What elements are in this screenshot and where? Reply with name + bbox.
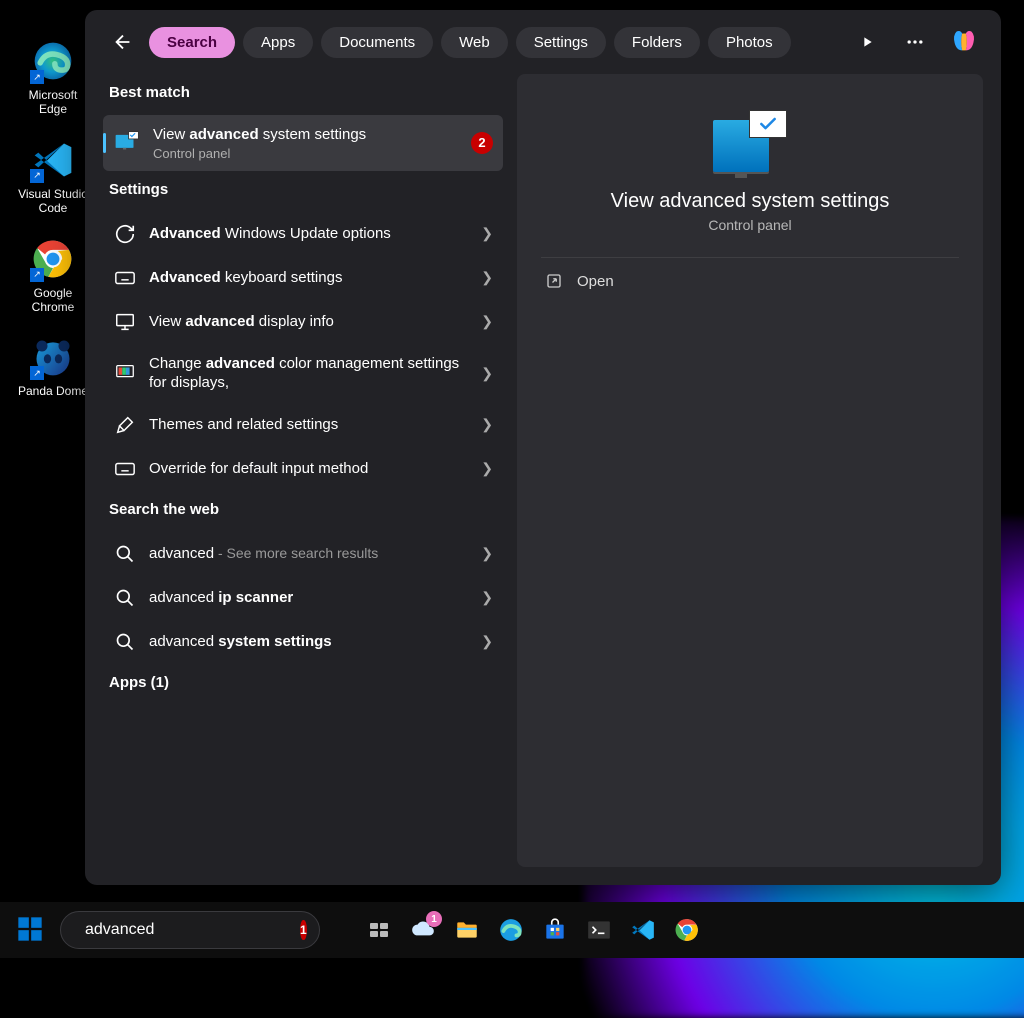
- chevron-right-icon: ❯: [481, 589, 493, 606]
- chevron-right-icon: ❯: [481, 416, 493, 433]
- chrome-icon: [30, 236, 76, 282]
- result-web-advanced[interactable]: advanced - See more search results ❯: [103, 532, 503, 576]
- taskbar-weather[interactable]: 1: [408, 915, 438, 945]
- desktop-icon-edge[interactable]: Microsoft Edge: [12, 38, 94, 117]
- chevron-right-icon: ❯: [481, 633, 493, 650]
- result-windows-update[interactable]: Advanced Windows Update options ❯: [103, 212, 503, 256]
- keyboard-icon: [113, 266, 137, 290]
- preview-app-icon: [713, 110, 787, 172]
- result-web-ip-scanner[interactable]: advanced ip scanner ❯: [103, 576, 503, 620]
- result-subtitle: Control panel: [153, 146, 459, 161]
- brush-icon: [113, 413, 137, 437]
- result-title: advanced system settings: [149, 632, 469, 652]
- start-button[interactable]: [16, 915, 46, 945]
- chevron-right-icon: ❯: [481, 269, 493, 286]
- preview-title: View advanced system settings: [611, 190, 890, 213]
- notification-badge: 1: [426, 911, 442, 927]
- taskbar-search[interactable]: 1: [60, 911, 320, 949]
- result-title: Themes and related settings: [149, 415, 469, 435]
- display-icon: [113, 310, 137, 334]
- section-best-match: Best match: [103, 74, 503, 115]
- chevron-right-icon: ❯: [481, 460, 493, 477]
- tab-search[interactable]: Search: [149, 27, 235, 58]
- open-action[interactable]: Open: [541, 258, 959, 304]
- tab-photos[interactable]: Photos: [708, 27, 791, 58]
- chevron-right-icon: ❯: [481, 545, 493, 562]
- chevron-right-icon: ❯: [481, 313, 493, 330]
- edge-icon: [30, 38, 76, 84]
- start-search-panel: Search Apps Documents Web Settings Folde…: [85, 10, 1001, 885]
- result-title: Advanced keyboard settings: [149, 268, 469, 288]
- taskbar-store[interactable]: [540, 915, 570, 945]
- keyboard-icon: [113, 457, 137, 481]
- color-display-icon: [113, 361, 137, 385]
- result-title: View advanced display info: [149, 312, 469, 332]
- desktop-icon-chrome[interactable]: Google Chrome: [12, 236, 94, 315]
- taskbar-chrome[interactable]: [672, 915, 702, 945]
- system-settings-icon: [113, 129, 141, 157]
- taskbar-task-view[interactable]: [364, 915, 394, 945]
- taskbar-search-input[interactable]: [85, 921, 292, 939]
- desktop-icons: Microsoft Edge Visual Studio Code Google…: [12, 38, 94, 419]
- chevron-right-icon: ❯: [481, 225, 493, 242]
- result-title: advanced - See more search results: [149, 544, 469, 564]
- search-topbar: Search Apps Documents Web Settings Folde…: [85, 10, 1001, 74]
- preview-pane: View advanced system settings Control pa…: [517, 74, 983, 867]
- result-title: advanced ip scanner: [149, 588, 469, 608]
- sync-icon: [113, 222, 137, 246]
- result-themes[interactable]: Themes and related settings ❯: [103, 403, 503, 447]
- taskbar: 1 1: [0, 902, 1024, 958]
- tab-documents[interactable]: Documents: [321, 27, 433, 58]
- result-title: Change advanced color management setting…: [149, 354, 469, 393]
- annotation-badge-2: 2: [471, 132, 493, 154]
- result-best-match[interactable]: View advanced system settings Control pa…: [103, 115, 503, 171]
- media-play-button[interactable]: [853, 28, 881, 56]
- section-search-web: Search the web: [103, 491, 503, 532]
- desktop-icon-panda[interactable]: Panda Dome: [12, 334, 94, 398]
- vscode-icon: [30, 137, 76, 183]
- search-icon: [113, 630, 137, 654]
- back-button[interactable]: [105, 24, 141, 60]
- desktop-icon-vscode[interactable]: Visual Studio Code: [12, 137, 94, 216]
- tab-settings[interactable]: Settings: [516, 27, 606, 58]
- panda-icon: [30, 334, 76, 380]
- result-display-info[interactable]: View advanced display info ❯: [103, 300, 503, 344]
- result-color-management[interactable]: Change advanced color management setting…: [103, 344, 503, 403]
- copilot-icon[interactable]: [949, 26, 981, 58]
- chevron-right-icon: ❯: [481, 365, 493, 382]
- result-keyboard-settings[interactable]: Advanced keyboard settings ❯: [103, 256, 503, 300]
- preview-subtitle: Control panel: [708, 217, 791, 233]
- taskbar-explorer[interactable]: [452, 915, 482, 945]
- section-apps: Apps (1): [103, 664, 503, 705]
- results-list: Best match View advanced system settings…: [103, 74, 503, 867]
- taskbar-terminal[interactable]: [584, 915, 614, 945]
- result-web-system-settings[interactable]: advanced system settings ❯: [103, 620, 503, 664]
- search-icon: [113, 542, 137, 566]
- result-input-method[interactable]: Override for default input method ❯: [103, 447, 503, 491]
- taskbar-edge[interactable]: [496, 915, 526, 945]
- annotation-badge-1: 1: [300, 920, 307, 940]
- search-icon: [113, 586, 137, 610]
- result-title: Advanced Windows Update options: [149, 224, 469, 244]
- result-title: Override for default input method: [149, 459, 469, 479]
- tab-web[interactable]: Web: [441, 27, 508, 58]
- tab-apps[interactable]: Apps: [243, 27, 313, 58]
- search-filter-tabs: Search Apps Documents Web Settings Folde…: [149, 27, 845, 58]
- tab-folders[interactable]: Folders: [614, 27, 700, 58]
- section-settings: Settings: [103, 171, 503, 212]
- taskbar-vscode[interactable]: [628, 915, 658, 945]
- more-button[interactable]: [901, 28, 929, 56]
- result-title: View advanced system settings: [153, 125, 459, 145]
